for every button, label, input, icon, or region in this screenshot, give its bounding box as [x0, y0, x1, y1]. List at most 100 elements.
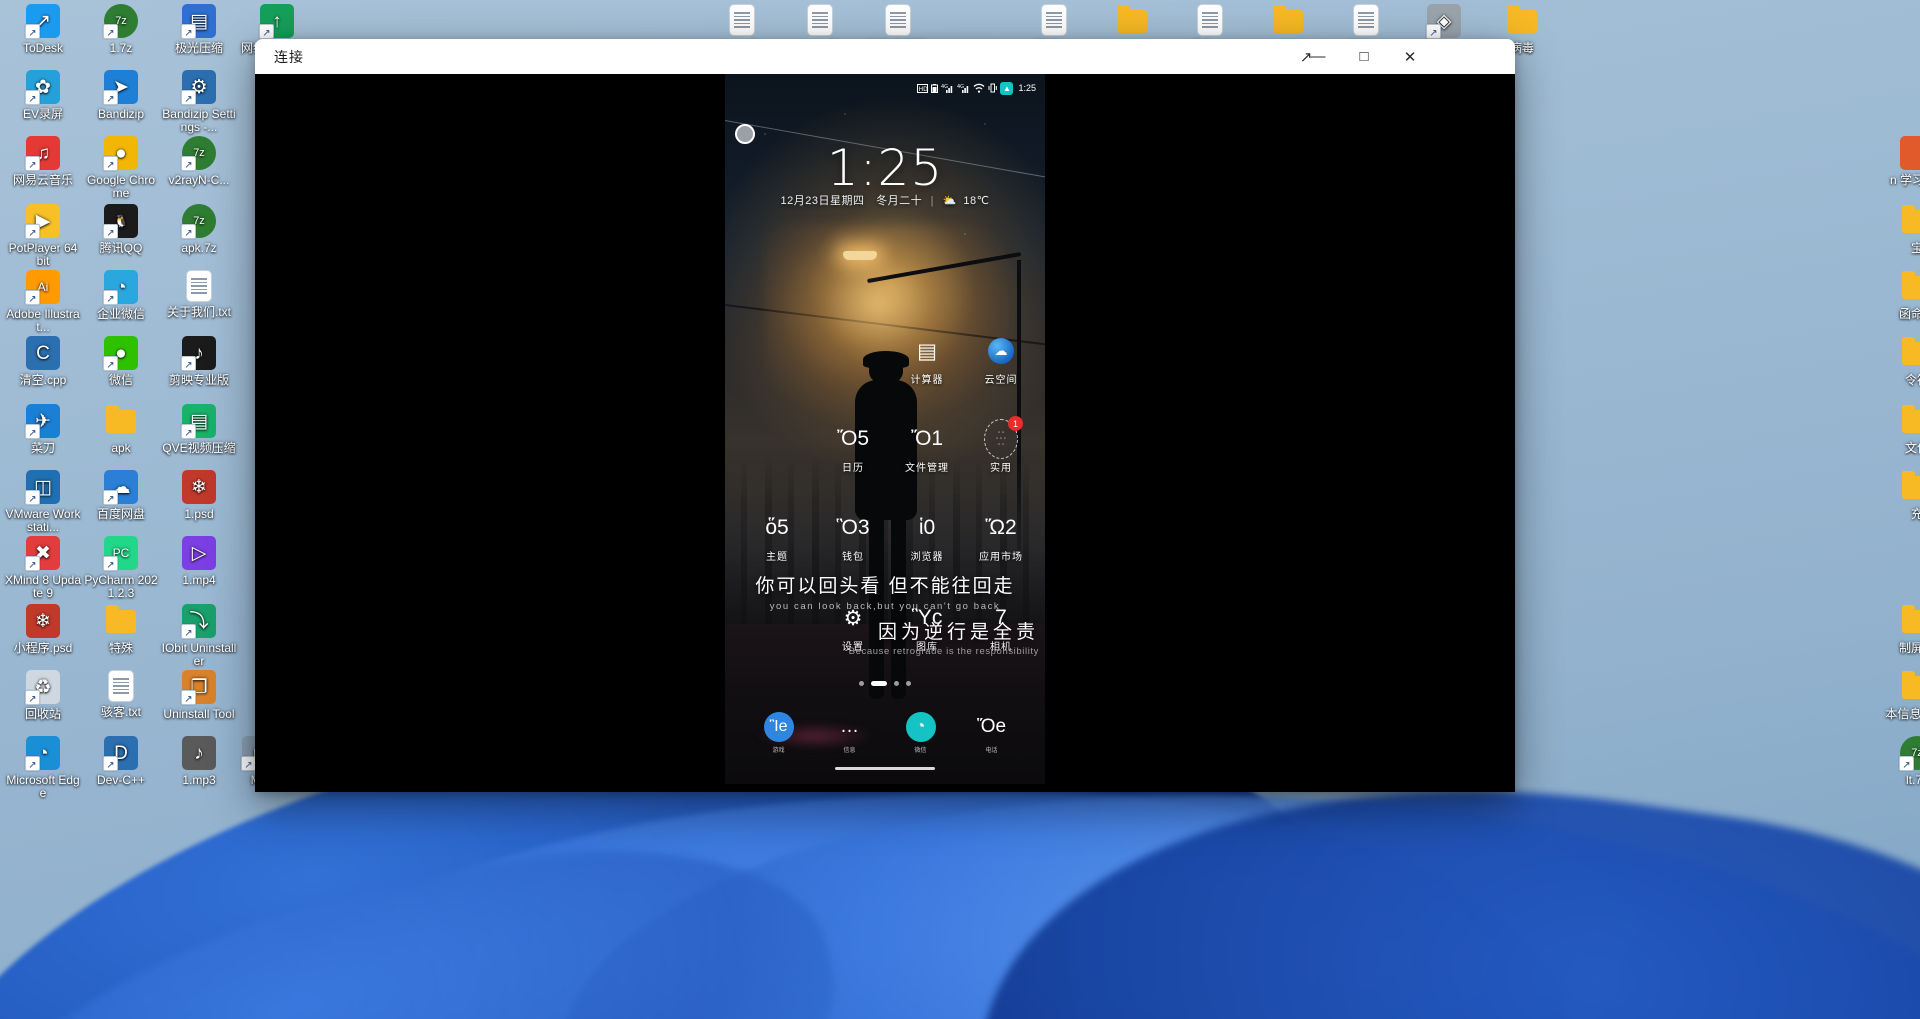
folder-icon: Ὄ1	[910, 422, 944, 456]
date-lunar: 冬月二十	[876, 195, 922, 207]
desktop-icon-apk[interactable]: apk	[82, 404, 160, 455]
page-dot[interactable]	[871, 681, 887, 686]
desktop-icon-本信息-工具[interactable]: 本信息 工具	[1878, 670, 1920, 721]
desktop-icon-qve视频压缩[interactable]: ▤QVE视频压缩	[160, 404, 238, 455]
desktop-icon-充[interactable]: 充	[1878, 470, 1920, 521]
desktop-icon-pycharm-2021-2-3[interactable]: PCPyCharm 2021.2.3	[82, 536, 160, 600]
minimize-button[interactable]: —	[1295, 39, 1341, 74]
dock-label: 电话	[964, 745, 1020, 754]
archive-icon: 7z	[1900, 736, 1920, 770]
desktop-icon-apk-7z[interactable]: 7zapk.7z	[160, 204, 238, 255]
phone-app-calendar[interactable]: Ὄ5 日历	[823, 422, 883, 474]
desktop[interactable]: ↗ToDesk7z1.7z▤极光压缩↑网络加速软件2016年2021年高强度密码…	[0, 0, 1920, 1019]
app-icon: ●	[104, 136, 138, 170]
icon-label: QVE视频压缩	[160, 442, 238, 455]
phone-app-label: 钱包	[823, 548, 883, 563]
desktop-icon-骇客-txt[interactable]: 骇客.txt	[82, 670, 160, 719]
desktop-icon-microsoft-edge[interactable]: ◔Microsoft Edge	[4, 736, 82, 800]
mirror-canvas[interactable]: HD 4G 4G ▲ 1:25 1:25 12月23日星期四 冬月二十 | ⛅ …	[255, 74, 1515, 792]
desktop-icon-令符[interactable]: 令符	[1878, 336, 1920, 387]
desktop-icon-腾讯qq[interactable]: 🐧腾讯QQ	[82, 204, 160, 255]
quote1-en: you can look back,but you can't go back	[725, 601, 1045, 612]
desktop-icon-1-mp4[interactable]: ▷ 1.mp4	[160, 536, 238, 587]
desktop-icon-关于我们-txt[interactable]: 关于我们.txt	[160, 270, 238, 319]
icon-label: Uninstall Tool	[160, 708, 238, 721]
phone-app-folder-group[interactable]: ▫ ▫ ▫ ▫ ▫ ▫ ▫ 1 实用	[971, 422, 1031, 474]
desktop-icon-特殊[interactable]: 特殊	[82, 604, 160, 655]
desktop-icon-极光压缩[interactable]: ▤极光压缩	[160, 4, 238, 55]
icon-label: XMind 8 Update 9	[4, 574, 82, 600]
wallet-icon: Ὃ3	[836, 511, 870, 545]
desktop-icon-adobe-illustrat[interactable]: AiAdobe Illustrat...	[4, 270, 82, 334]
desktop-icon-清空-cpp[interactable]: C 清空.cpp	[4, 336, 82, 387]
app-icon: ❄	[26, 604, 60, 638]
desktop-icon-potplayer-64-bit[interactable]: ▶PotPlayer 64 bit	[4, 204, 82, 268]
desktop-icon-函命令[interactable]: 函命令	[1878, 270, 1920, 321]
page-dot[interactable]	[906, 681, 911, 686]
app-icon: ⚙	[182, 70, 216, 104]
phone-app-theme-shirt[interactable]: ὅ5 主题	[747, 511, 807, 563]
desktop-icon-n-学习-pdf[interactable]: n 学习 pdf	[1878, 136, 1920, 187]
phone-icon: Ὅe	[977, 712, 1007, 742]
desktop-icon-uninstall-tool[interactable]: ❐Uninstall Tool	[160, 670, 238, 721]
folder-icon	[1505, 4, 1539, 38]
dock-label: 游戏	[751, 745, 807, 754]
desktop-icon-小程序-psd[interactable]: ❄ 小程序.psd	[4, 604, 82, 655]
text-file-icon	[1353, 4, 1379, 36]
page-dot[interactable]	[894, 681, 899, 686]
maximize-button[interactable]: □	[1341, 39, 1387, 74]
app-icon: ➤	[104, 70, 138, 104]
folder-group-icon: ▫ ▫ ▫ ▫ ▫ ▫ ▫ 1	[984, 422, 1018, 456]
desktop-icon-lt-7z[interactable]: 7zlt.7z	[1878, 736, 1920, 787]
desktop-icon-iobit-uninstaller[interactable]: ⤵IObit Uninstaller	[160, 604, 238, 668]
phone-app-folder[interactable]: Ὄ1 文件管理	[897, 422, 957, 474]
phone-screen[interactable]: HD 4G 4G ▲ 1:25 1:25 12月23日星期四 冬月二十 | ⛅ …	[725, 74, 1045, 784]
desktop-icon-1-7z[interactable]: 7z1.7z	[82, 4, 160, 55]
home-indicator-bar[interactable]	[835, 767, 935, 770]
desktop-icon-剪映专业版[interactable]: ♪剪映专业版	[160, 336, 238, 387]
page-indicator[interactable]	[725, 681, 1045, 686]
dock-message[interactable]: … 信息	[822, 712, 878, 754]
desktop-icon-制屏器[interactable]: 制屏器	[1878, 604, 1920, 655]
icon-label: Dev-C++	[82, 774, 160, 787]
desktop-icon-ev录屏[interactable]: ✿EV录屏	[4, 70, 82, 121]
desktop-icon-google-chrome[interactable]: ●Google Chrome	[82, 136, 160, 200]
desktop-icon-xmind-8-update-9[interactable]: ✖XMind 8 Update 9	[4, 536, 82, 600]
icon-label: 制屏器	[1878, 642, 1920, 655]
phone-dock[interactable]: Ἲe 游戏 … 信息 ◔ 微信 Ὅe 电话	[725, 712, 1045, 754]
desktop-icon-dev-c[interactable]: DDev-C++	[82, 736, 160, 787]
dock-chat[interactable]: ◔ 微信	[893, 712, 949, 754]
desktop-icon-宝[interactable]: 宝	[1878, 204, 1920, 255]
desktop-icon-菜刀[interactable]: ✈菜刀	[4, 404, 82, 455]
phone-app-cloud[interactable]: ☁ 云空间	[971, 334, 1031, 386]
phone-app-calculator[interactable]: ▤ 计算器	[897, 334, 957, 386]
calculator-icon: ▤	[910, 334, 944, 368]
desktop-icon-微信[interactable]: ●微信	[82, 336, 160, 387]
window-titlebar[interactable]: 连接 ↗ — □ ✕	[255, 39, 1515, 74]
app-icon: ✈	[26, 404, 60, 438]
phone-app-app-store-cart[interactable]: Ὥ2 应用市场	[971, 511, 1031, 563]
icon-label: EV录屏	[4, 108, 82, 121]
quote2-cn: 因为逆行是全责	[821, 617, 1039, 644]
connect-window[interactable]: 连接 ↗ — □ ✕ HD 4G 4G ▲ 1:25 1:25 12月23日星期…	[255, 39, 1515, 792]
desktop-icon-bandizip-settings[interactable]: ⚙Bandizip Settings -...	[160, 70, 238, 134]
dock-game-controller[interactable]: Ἲe 游戏	[751, 712, 807, 754]
desktop-icon-vmware-workstati[interactable]: ◫VMware Workstati...	[4, 470, 82, 534]
desktop-icon-todesk[interactable]: ↗ToDesk	[4, 4, 82, 55]
desktop-icon-1-psd[interactable]: ❄ 1.psd	[160, 470, 238, 521]
desktop-icon-网易云音乐[interactable]: ♫网易云音乐	[4, 136, 82, 187]
dock-phone[interactable]: Ὅe 电话	[964, 712, 1020, 754]
phone-app-wallet[interactable]: Ὃ3 钱包	[823, 511, 883, 563]
desktop-icon-文件[interactable]: 文件	[1878, 404, 1920, 455]
desktop-icon-企业微信[interactable]: ◔企业微信	[82, 270, 160, 321]
app-icon: ♻	[26, 670, 60, 704]
desktop-icon-回收站[interactable]: ♻回收站	[4, 670, 82, 721]
phone-app-browser[interactable]: ἱ0 浏览器	[897, 511, 957, 563]
page-dot[interactable]	[859, 681, 864, 686]
desktop-icon-百度网盘[interactable]: ☁百度网盘	[82, 470, 160, 521]
desktop-icon-bandizip[interactable]: ➤Bandizip	[82, 70, 160, 121]
browser-icon: ἱ0	[910, 511, 944, 545]
close-button[interactable]: ✕	[1387, 39, 1433, 74]
archive-icon: 7z	[104, 4, 138, 38]
desktop-icon-v2rayn-c[interactable]: 7zv2rayN-C...	[160, 136, 238, 187]
